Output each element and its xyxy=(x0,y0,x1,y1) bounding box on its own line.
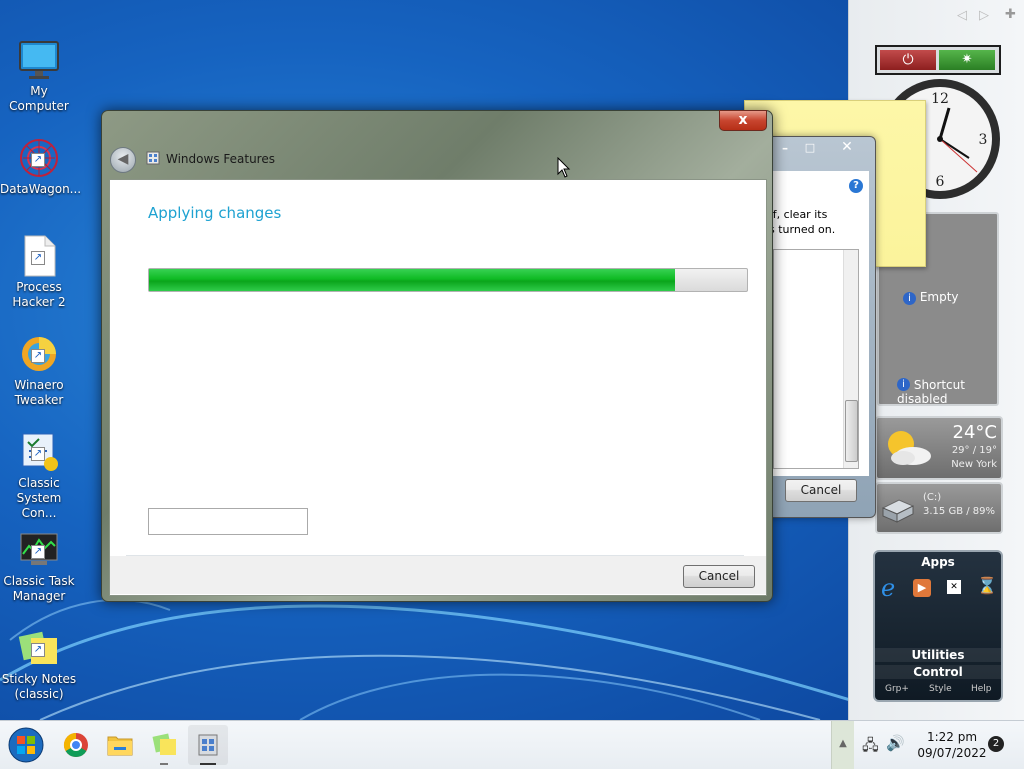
network-icon[interactable]: 🖧 xyxy=(862,735,879,760)
windows-features-dialog: x ◀ Windows Features Applying changes Ca… xyxy=(101,110,773,602)
apps-title: Apps xyxy=(921,555,955,569)
sidebar-prev-icon[interactable]: ◁ xyxy=(957,8,967,23)
file-icon: ↗ xyxy=(17,219,61,277)
windows-features-taskbar-icon[interactable] xyxy=(188,725,228,765)
clock-area[interactable]: 1:22 pm 09/07/2022 xyxy=(912,729,992,761)
notification-badge[interactable]: 2 xyxy=(988,736,1004,752)
help-button[interactable]: Help xyxy=(971,684,992,694)
temperature: 24°C xyxy=(952,422,997,443)
style-button[interactable]: Style xyxy=(929,684,952,694)
svg-text:3: 3 xyxy=(979,132,988,148)
maximize-icon[interactable]: □ xyxy=(799,141,821,157)
internet-explorer-icon[interactable]: e xyxy=(881,574,901,602)
restart-icon[interactable]: ✷ xyxy=(939,50,995,70)
active-indicator xyxy=(200,763,216,765)
show-hidden-icons-button[interactable]: ▲ xyxy=(831,721,854,769)
sticky-notes-taskbar-icon[interactable] xyxy=(144,725,184,765)
progress-bar xyxy=(148,268,748,292)
apps-gadget: Apps e ▶ ✕ ⌛ Utilities Control Grp+ Styl… xyxy=(873,550,1003,702)
status-field xyxy=(148,508,308,535)
info-icon: i xyxy=(903,292,916,305)
hourglass-icon[interactable]: ⌛ xyxy=(977,576,997,598)
control-button[interactable]: Control xyxy=(875,665,1001,679)
drive-name: (C:) xyxy=(923,492,942,503)
taskbar: ▲ 🖧 🔊 1:22 pm 09/07/2022 2 xyxy=(0,720,1024,769)
weather-city: New York xyxy=(951,459,997,470)
weather-gadget[interactable]: 24°C 29° / 19° New York xyxy=(875,416,1003,480)
shortcut-arrow-icon: ↗ xyxy=(31,643,45,657)
background-dialog: – □ ✕ ? ff, clear its s turned on. Cance… xyxy=(760,136,876,518)
dialog-content: Applying changes Cancel xyxy=(109,179,767,596)
desktop-icon-sticky-notes[interactable]: ↗ Sticky Notes (classic) xyxy=(0,596,78,717)
sidebar-next-icon[interactable]: ▷ xyxy=(979,8,989,23)
desktop-icon-label: Sticky Notes (classic) xyxy=(1,672,77,701)
dialog-footer: Cancel xyxy=(110,556,766,594)
control-panel-icon: ↗ xyxy=(17,415,61,471)
info-icon: i xyxy=(897,378,910,391)
start-button[interactable] xyxy=(6,725,46,765)
media-player-icon[interactable]: ▶ xyxy=(913,579,931,597)
bg-dialog-text: s turned on. xyxy=(769,223,836,236)
drive-icon xyxy=(881,499,915,523)
temperature-range: 29° / 19° xyxy=(951,445,997,456)
background-dialog-content: ? ff, clear its s turned on. xyxy=(769,171,869,476)
close-button[interactable]: x xyxy=(719,110,767,131)
desktop-icon-label: DataWagon... xyxy=(0,182,82,196)
utilities-button[interactable]: Utilities xyxy=(875,648,1001,662)
minimize-icon[interactable]: – xyxy=(773,141,797,157)
file-explorer-icon[interactable] xyxy=(100,725,140,765)
task-manager-icon: ↗ xyxy=(17,513,61,565)
svg-text:6: 6 xyxy=(936,174,945,190)
dialog-title: Windows Features xyxy=(166,152,275,166)
bg-dialog-text: ff, clear its xyxy=(769,208,828,221)
windows-features-icon xyxy=(146,151,160,165)
app-icon[interactable]: ✕ xyxy=(947,580,961,594)
shortcut-arrow-icon: ↗ xyxy=(31,153,45,167)
cancel-button[interactable]: Cancel xyxy=(683,565,755,588)
shortcut-arrow-icon: ↗ xyxy=(31,545,45,559)
add-gadget-icon[interactable]: ✚ xyxy=(1005,7,1016,22)
monitor-icon xyxy=(17,23,61,79)
shortcut-arrow-icon: ↗ xyxy=(31,251,45,265)
drive-gadget[interactable]: (C:) 3.15 GB / 89% xyxy=(875,482,1003,534)
scrollbar-thumb[interactable] xyxy=(845,400,858,462)
date-label: 09/07/2022 xyxy=(917,746,987,760)
grp-button[interactable]: Grp+ xyxy=(885,684,909,694)
running-indicator xyxy=(160,763,168,765)
shortcut-status: i Shortcut disabled xyxy=(897,378,965,406)
volume-icon[interactable]: 🔊 xyxy=(886,734,905,752)
bg-cancel-button[interactable]: Cancel xyxy=(785,479,857,502)
features-list[interactable] xyxy=(773,249,859,469)
progress-fill xyxy=(149,269,676,291)
shortcut-arrow-icon: ↗ xyxy=(31,349,45,363)
back-arrow-icon[interactable]: ◀ xyxy=(110,147,136,173)
mouse-cursor-icon xyxy=(557,157,571,178)
chrome-icon[interactable] xyxy=(56,725,96,765)
power-icon[interactable]: ⏻ xyxy=(880,50,936,70)
winaero-icon: ↗ xyxy=(17,317,61,371)
time-label: 1:22 pm xyxy=(926,730,978,744)
empty-status: i Empty xyxy=(903,290,959,305)
desktop-icon-datawagon[interactable]: ↗ DataWagon... xyxy=(0,106,82,212)
svg-text:12: 12 xyxy=(931,91,949,107)
applying-changes-heading: Applying changes xyxy=(148,204,282,222)
shortcut-arrow-icon: ↗ xyxy=(31,447,45,461)
sticky-notes-icon: ↗ xyxy=(17,611,61,664)
partly-sunny-icon xyxy=(888,431,931,465)
datawagon-icon: ↗ xyxy=(17,121,61,177)
scrollbar[interactable] xyxy=(843,250,858,468)
drive-info: 3.15 GB / 89% xyxy=(923,506,996,517)
shutdown-gadget: ⏻ ✷ xyxy=(875,45,1001,75)
help-icon[interactable]: ? xyxy=(849,179,863,193)
close-icon[interactable]: ✕ xyxy=(827,139,867,157)
